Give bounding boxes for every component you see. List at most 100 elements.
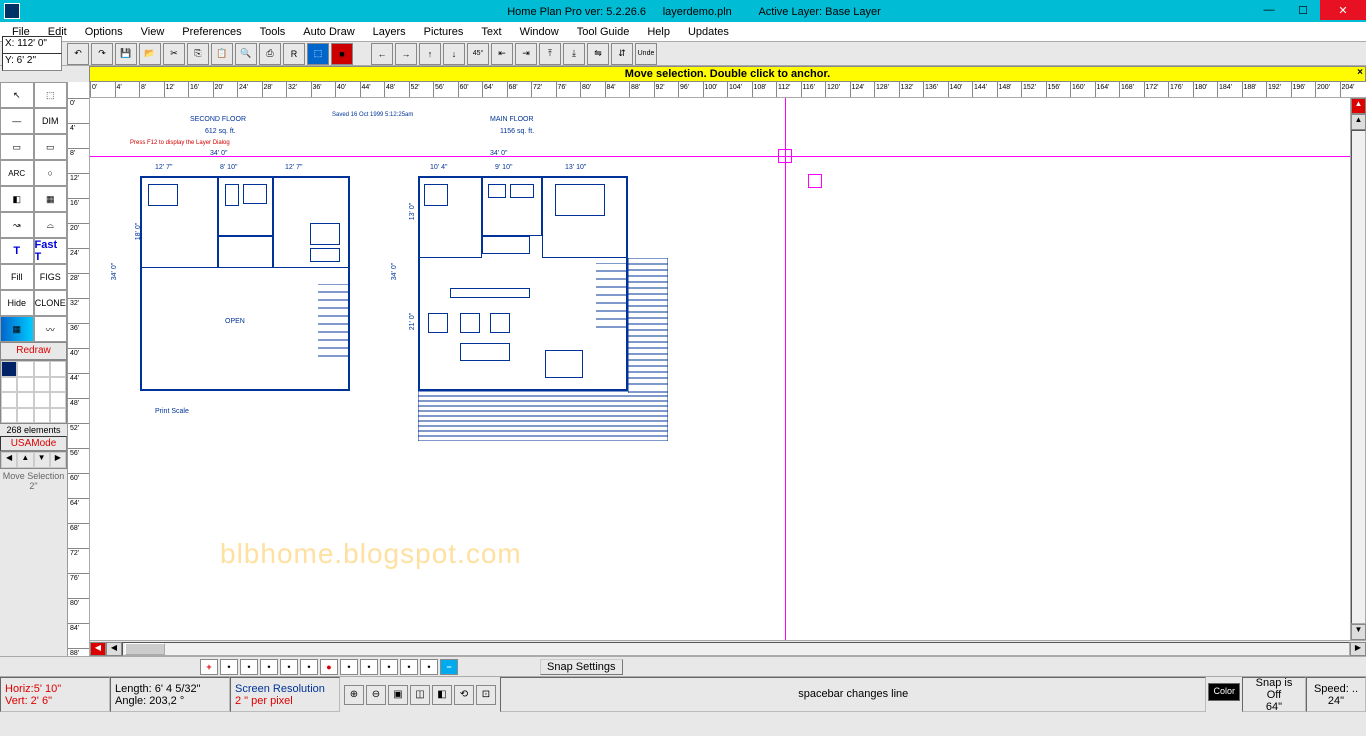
tool-0-1[interactable]: ⬚ (34, 82, 68, 108)
tool-5-1[interactable]: ⌓ (34, 212, 68, 238)
tool-1-0[interactable]: — (0, 108, 34, 134)
menu-tools[interactable]: Tools (252, 24, 294, 40)
nudge-left-icon[interactable]: ⇤ (491, 43, 513, 65)
snap-plus-button[interactable]: + (200, 659, 218, 675)
tool-4-0[interactable]: ◧ (0, 186, 34, 212)
selection-handle[interactable] (778, 149, 792, 163)
tool-0-0[interactable]: ↖ (0, 82, 34, 108)
redraw-button[interactable]: Redraw (0, 342, 67, 360)
angle-45-icon[interactable]: 45° (467, 43, 489, 65)
maximize-button[interactable]: ☐ (1286, 0, 1320, 20)
zoom-window-icon[interactable]: ▣ (388, 685, 408, 705)
nudge-2[interactable]: ▼ (34, 452, 50, 468)
menu-pictures[interactable]: Pictures (416, 24, 472, 40)
nudge-3[interactable]: ▶ (50, 452, 66, 468)
tool-6-1[interactable]: Fast T (34, 238, 68, 264)
snap-dot-button[interactable]: • (300, 659, 318, 675)
flip-h-icon[interactable]: ⇋ (587, 43, 609, 65)
menu-preferences[interactable]: Preferences (174, 24, 249, 40)
selection-handle[interactable] (808, 174, 822, 188)
menu-layers[interactable]: Layers (365, 24, 414, 40)
menu-text[interactable]: Text (473, 24, 509, 40)
redo-icon[interactable]: ↷ (91, 43, 113, 65)
menu-help[interactable]: Help (639, 24, 678, 40)
zoom-out-icon[interactable]: ⊖ (366, 685, 386, 705)
color-palette[interactable] (0, 360, 67, 424)
zoom-prev-icon[interactable]: ⟲ (454, 685, 474, 705)
snap-dot-button[interactable]: • (220, 659, 238, 675)
scroll-right-icon[interactable]: ▶ (1350, 642, 1366, 656)
scroll-down-icon[interactable]: ▼ (1351, 624, 1366, 640)
nudge-right-icon[interactable]: ⇥ (515, 43, 537, 65)
zoom-sel-icon[interactable]: ◧ (432, 685, 452, 705)
menu-auto-draw[interactable]: Auto Draw (295, 24, 362, 40)
snap-dot-button[interactable]: ● (320, 659, 338, 675)
menu-options[interactable]: Options (77, 24, 131, 40)
undo-icon[interactable]: ↶ (67, 43, 89, 65)
tool-icon[interactable]: ■ (331, 43, 353, 65)
vertical-scrollbar[interactable]: ▲ ▲ ▼ (1350, 98, 1366, 640)
tool-7-1[interactable]: FIGS (34, 264, 68, 290)
nudge-down-icon[interactable]: ⤓ (563, 43, 585, 65)
flip-v-icon[interactable]: ⇵ (611, 43, 633, 65)
menu-window[interactable]: Window (512, 24, 567, 40)
status-snap[interactable]: Snap is Off64" (1242, 677, 1306, 712)
menu-view[interactable]: View (133, 24, 173, 40)
zoom-in-icon[interactable]: 🔍 (235, 43, 257, 65)
arrow-down-icon[interactable]: ↓ (443, 43, 465, 65)
tool-icon[interactable]: ⬚ (307, 43, 329, 65)
drawing-canvas[interactable]: SECOND FLOOR 612 sq. ft. Press F12 to di… (90, 98, 1350, 640)
snap-dot-button[interactable]: • (280, 659, 298, 675)
zoom-in-icon[interactable]: ⊕ (344, 685, 364, 705)
usa-mode-label[interactable]: USAMode (0, 436, 67, 451)
tool-9-0[interactable]: ▦ (0, 316, 34, 342)
tool-9-1[interactable]: 〰 (34, 316, 68, 342)
snap-settings-button[interactable]: Snap Settings (540, 659, 623, 675)
message-close-icon[interactable]: × (1357, 67, 1363, 78)
snap-dot-button[interactable]: • (380, 659, 398, 675)
tool-4-1[interactable]: ▦ (34, 186, 68, 212)
nudge-up-icon[interactable]: ⤒ (539, 43, 561, 65)
close-button[interactable]: ✕ (1320, 0, 1366, 20)
nudge-1[interactable]: ▲ (17, 452, 33, 468)
snap-minus-button[interactable]: − (440, 659, 458, 675)
open-icon[interactable]: 📂 (139, 43, 161, 65)
tool-2-1[interactable]: ▭ (34, 134, 68, 160)
tool-5-0[interactable]: ↝ (0, 212, 34, 238)
tool-8-0[interactable]: Hide (0, 290, 34, 316)
horizontal-scrollbar[interactable]: ◀ ◀ ▶ (90, 640, 1366, 656)
snap-dot-button[interactable]: • (420, 659, 438, 675)
scroll-up-icon[interactable]: ▲ (1351, 98, 1366, 114)
tool-3-0[interactable]: ARC (0, 160, 34, 186)
tool-7-0[interactable]: Fill (0, 264, 34, 290)
tool-1-1[interactable]: DIM (34, 108, 68, 134)
color-button[interactable]: Color (1208, 683, 1240, 701)
snap-dot-button[interactable]: • (400, 659, 418, 675)
nudge-0[interactable]: ◀ (1, 452, 17, 468)
cut-icon[interactable]: ✂ (163, 43, 185, 65)
save-icon[interactable]: 💾 (115, 43, 137, 65)
tool-3-1[interactable]: ○ (34, 160, 68, 186)
tool-2-0[interactable]: ▭ (0, 134, 34, 160)
tool-8-1[interactable]: CLONE (34, 290, 68, 316)
unde-icon[interactable]: Unde (635, 43, 657, 65)
scroll-left-icon[interactable]: ◀ (106, 642, 122, 656)
minimize-button[interactable]: — (1252, 0, 1286, 20)
zoom-all-icon[interactable]: ⊡ (476, 685, 496, 705)
rotate-icon[interactable]: R (283, 43, 305, 65)
menu-updates[interactable]: Updates (680, 24, 737, 40)
scroll-left-icon[interactable]: ◀ (90, 642, 106, 656)
arrow-right-icon[interactable]: → (395, 43, 417, 65)
menu-tool-guide[interactable]: Tool Guide (569, 24, 638, 40)
print-icon[interactable]: ⎙ (259, 43, 281, 65)
tool-6-0[interactable]: T (0, 238, 34, 264)
scroll-up-icon[interactable]: ▲ (1351, 114, 1366, 130)
snap-dot-button[interactable]: • (260, 659, 278, 675)
copy-icon[interactable]: ⎘ (187, 43, 209, 65)
zoom-fit-icon[interactable]: ◫ (410, 685, 430, 705)
arrow-up-icon[interactable]: ↑ (419, 43, 441, 65)
snap-dot-button[interactable]: • (240, 659, 258, 675)
arrow-left-icon[interactable]: ← (371, 43, 393, 65)
snap-dot-button[interactable]: • (340, 659, 358, 675)
paste-icon[interactable]: 📋 (211, 43, 233, 65)
